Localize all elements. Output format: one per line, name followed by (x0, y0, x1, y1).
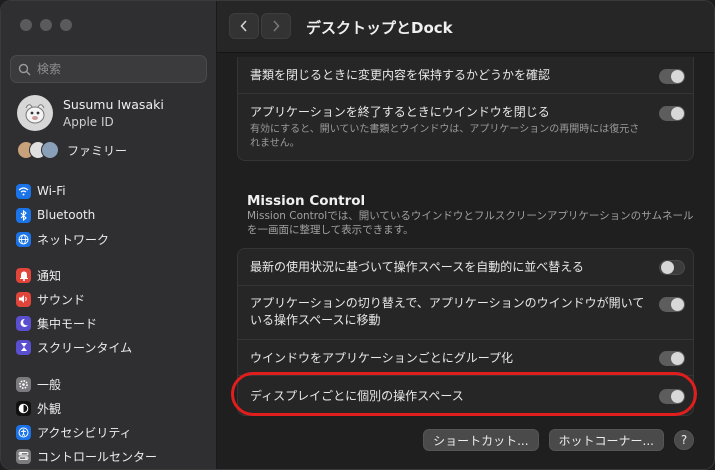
sidebar-item-network[interactable]: ネットワーク (10, 227, 208, 251)
history-nav (229, 13, 291, 39)
speaker-icon (16, 291, 31, 307)
setting-label: ウインドウをアプリケーションごとにグループ化 (250, 351, 514, 365)
page-title: デスクトップとDock (306, 19, 453, 37)
sidebar-item-control-center[interactable]: コントロールセンター (10, 444, 208, 468)
sidebar-item-label: コントロールセンター (37, 449, 158, 464)
sidebar-group-general: 一般 外観 アクセシビリティ コントロールセンター (10, 372, 208, 468)
setting-label: 最新の使用状況に基づいて操作スペースを自動的に並べ替える (250, 260, 584, 274)
search-icon (11, 63, 37, 76)
minimize-window-button[interactable] (40, 19, 52, 31)
sidebar-item-label: ネットワーク (37, 232, 110, 247)
auto-rearrange-spaces-toggle[interactable] (659, 260, 685, 275)
chevron-left-icon (240, 17, 248, 36)
sidebar-item-appearance[interactable]: 外観 (10, 396, 208, 420)
sidebar-item-bluetooth[interactable]: Bluetooth (10, 203, 208, 227)
sidebar-item-notifications[interactable]: 通知 (10, 263, 208, 287)
toolbar: デスクトップとDock (217, 1, 714, 53)
document-settings-group: 書類を閉じるときに変更内容を保持するかどうかを確認 アプリケーションを終了すると… (237, 57, 694, 161)
mission-control-group: 最新の使用状況に基づいて操作スペースを自動的に並べ替える アプリケーションの切り… (237, 248, 694, 416)
sidebar-item-sound[interactable]: サウンド (10, 287, 208, 311)
settings-window: Susumu Iwasaki Apple ID ファミリー Wi-Fi (0, 0, 715, 470)
setting-label: アプリケーションを終了するときにウインドウを閉じる (250, 105, 550, 119)
help-button[interactable]: ? (674, 430, 694, 450)
close-window-button[interactable] (20, 19, 32, 31)
sidebar-item-label: 通知 (37, 268, 62, 283)
settings-row: 書類を閉じるときに変更内容を保持するかどうかを確認 (238, 57, 693, 93)
switch-to-space-toggle[interactable] (659, 297, 685, 312)
bottom-buttons: ショートカット... ホットコーナー... ? (423, 429, 694, 451)
search-input[interactable] (37, 62, 197, 76)
main-pane: デスクトップとDock 書類を閉じるときに変更内容を保持するかどうかを確認 アプ… (217, 1, 714, 469)
sidebar-group-notifications: 通知 サウンド 集中モード スクリーンタイム (10, 263, 208, 359)
globe-icon (16, 231, 31, 247)
group-windows-by-app-toggle[interactable] (659, 351, 685, 366)
setting-label: アプリケーションの切り替えで、アプリケーションのウインドウが開いている操作スペー… (250, 296, 645, 327)
settings-row: ウインドウをアプリケーションごとにグループ化 (238, 339, 693, 375)
sidebar-item-label: Wi-Fi (37, 184, 66, 198)
settings-row: ディスプレイごとに個別の操作スペース (238, 375, 693, 415)
section-description: Mission Controlでは、開いているウインドウとフルスクリーンアプリケ… (247, 210, 694, 236)
sidebar-item-label: アクセシビリティ (37, 425, 132, 440)
bluetooth-icon (16, 207, 31, 223)
family-label: ファミリー (67, 143, 128, 158)
wifi-icon (16, 183, 31, 199)
sidebar-group-network: Wi-Fi Bluetooth ネットワーク (10, 179, 208, 251)
back-button[interactable] (229, 13, 259, 39)
sidebar-item-focus[interactable]: 集中モード (10, 311, 208, 335)
forward-button[interactable] (261, 13, 291, 39)
apple-id-profile[interactable]: Susumu Iwasaki Apple ID (17, 95, 164, 131)
window-controls (20, 19, 72, 31)
setting-label: ディスプレイごとに個別の操作スペース (250, 389, 464, 403)
sidebar-item-label: 一般 (37, 377, 62, 392)
moon-icon (16, 315, 31, 331)
sidebar-item-family[interactable]: ファミリー (17, 141, 127, 159)
sidebar-item-label: スクリーンタイム (37, 340, 133, 355)
control-center-icon (16, 448, 31, 464)
profile-subtitle: Apple ID (63, 115, 114, 129)
setting-description: 有効にすると、開いていた書類とウインドウは、アプリケーションの再開時には復元され… (250, 124, 640, 149)
sidebar-item-general[interactable]: 一般 (10, 372, 208, 396)
setting-label: 書類を閉じるときに変更内容を保持するかどうかを確認 (250, 68, 551, 82)
appearance-icon (16, 400, 31, 416)
sidebar-item-label: Bluetooth (37, 208, 96, 222)
sidebar-item-label: 外観 (37, 401, 62, 416)
accessibility-icon (16, 424, 31, 440)
gear-icon (16, 376, 31, 392)
sidebar-item-wifi[interactable]: Wi-Fi (10, 179, 208, 203)
search-field[interactable] (10, 55, 207, 83)
settings-row: アプリケーションを終了するときにウインドウを閉じる 有効にすると、開いていた書類… (238, 93, 693, 159)
family-avatars (17, 141, 59, 159)
displays-separate-spaces-toggle[interactable] (659, 389, 685, 404)
section-title: Mission Control (247, 193, 366, 209)
settings-row: 最新の使用状況に基づいて操作スペースを自動的に並べ替える (238, 249, 693, 285)
avatar (17, 95, 53, 131)
ask-keep-changes-toggle[interactable] (659, 69, 685, 84)
zoom-window-button[interactable] (60, 19, 72, 31)
hourglass-icon (16, 339, 31, 355)
sidebar-item-screen-time[interactable]: スクリーンタイム (10, 335, 208, 359)
settings-row: アプリケーションの切り替えで、アプリケーションのウインドウが開いている操作スペー… (238, 285, 693, 339)
hot-corners-button[interactable]: ホットコーナー... (548, 429, 664, 451)
sidebar: Susumu Iwasaki Apple ID ファミリー Wi-Fi (1, 1, 217, 469)
chevron-right-icon (272, 17, 280, 36)
close-windows-on-quit-toggle[interactable] (659, 106, 685, 121)
shortcuts-button[interactable]: ショートカット... (423, 429, 539, 451)
profile-name: Susumu Iwasaki (63, 97, 164, 112)
sidebar-item-accessibility[interactable]: アクセシビリティ (10, 420, 208, 444)
bell-icon (16, 267, 31, 283)
sidebar-item-label: サウンド (37, 292, 86, 307)
sidebar-item-label: 集中モード (37, 316, 98, 331)
